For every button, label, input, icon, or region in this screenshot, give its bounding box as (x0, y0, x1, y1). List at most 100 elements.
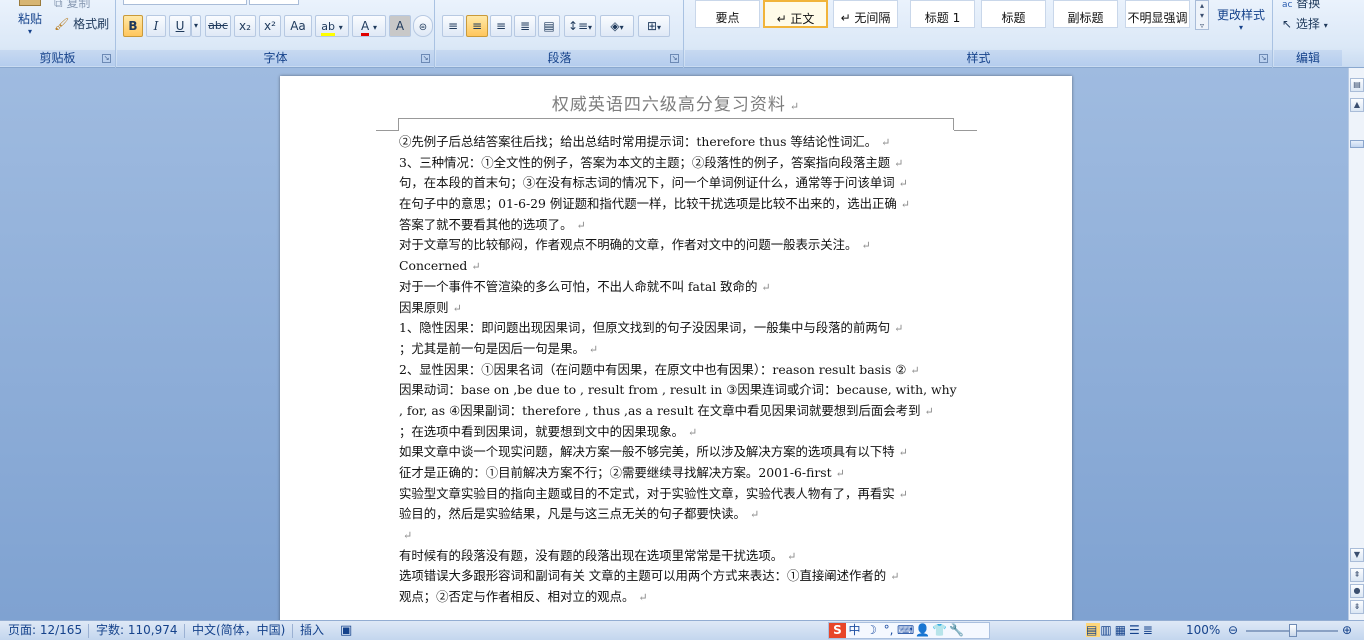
font-color-button[interactable]: A ▾ (352, 15, 386, 37)
superscript-button[interactable]: x² (259, 15, 281, 37)
ruler-toggle-icon[interactable]: ▤ (1350, 78, 1364, 92)
crop-mark-right-h (954, 130, 977, 131)
keyboard-icon[interactable]: ⌨ (897, 623, 914, 638)
underline-button[interactable]: U (169, 15, 191, 37)
italic-button[interactable]: I (146, 15, 166, 37)
outline-icon[interactable]: ☰ (1129, 623, 1143, 637)
underline-dropdown[interactable]: ▾ (191, 15, 201, 37)
font-size-box[interactable] (249, 0, 299, 5)
document-line[interactable]: ↵ (399, 525, 959, 546)
style-item-0[interactable]: 要点 (695, 0, 760, 28)
highlight-button[interactable]: ab ▾ (315, 15, 349, 37)
select-browse-object-button[interactable]: ● (1350, 584, 1364, 598)
char-shading-button[interactable]: A (389, 15, 411, 37)
insert-mode[interactable]: 插入 (300, 621, 324, 640)
paragraph-launcher-icon[interactable]: ↘ (670, 54, 679, 63)
strikethrough-button[interactable]: abc (205, 15, 231, 37)
document-line[interactable]: , for, as ④因果副词：therefore , thus ,as a r… (399, 401, 959, 422)
document-line[interactable]: 因果动词：base on ,be due to , result from , … (399, 380, 959, 401)
justify-button[interactable]: ≣ (514, 15, 536, 37)
document-line[interactable]: 2、显性因果：①因果名词（在问题中有因果，在原文中也有因果）：reason re… (399, 360, 959, 381)
styles-launcher-icon[interactable]: ↘ (1259, 54, 1268, 63)
paragraph-mark-icon: ↵ (749, 508, 760, 522)
style-item-5[interactable]: 副标题 (1053, 0, 1118, 28)
bold-button[interactable]: B (123, 15, 143, 37)
document-body[interactable]: ②先例子后总结答案往后找；给出总结时常用提示词：therefore thus 等… (399, 132, 959, 608)
vertical-scrollbar[interactable]: ▤ ▲ ▼ ⇞ ● ⇟ (1348, 68, 1364, 620)
full-screen-reading-icon[interactable]: ▥ (1100, 623, 1114, 637)
user-icon[interactable]: 👤 (914, 623, 931, 638)
skin-icon[interactable]: 👕 (931, 623, 948, 638)
change-styles-button[interactable]: 更改样式 ▾ (1211, 6, 1271, 32)
copy-button[interactable]: ⧉ 复制 (54, 0, 90, 11)
document-page[interactable]: 权威英语四六级高分复习资料 ↵ ②先例子后总结答案往后找；给出总结时常用提示词：t… (280, 76, 1072, 636)
style-item-3[interactable]: 标题 1 (910, 0, 975, 28)
clipboard-launcher-icon[interactable]: ↘ (102, 54, 111, 63)
zoom-slider-knob[interactable] (1289, 624, 1297, 637)
ime-chinese-mode[interactable]: 中 (846, 623, 863, 638)
chevron-down-icon: ▾ (1238, 23, 1243, 32)
document-line[interactable]: 选项错误大多跟形容词和副词有关 文章的主题可以用两个方式来表达：①直接阐述作者的… (399, 566, 959, 587)
sogou-icon[interactable]: S (829, 623, 846, 638)
style-item-2[interactable]: ↵ 无间隔 (833, 0, 898, 28)
select-button[interactable]: ↖ 选择 ▾ (1282, 15, 1328, 32)
font-name-box[interactable] (123, 0, 247, 5)
macro-record-icon[interactable]: ▣ (340, 621, 352, 640)
document-line[interactable]: 句，在本段的首末句；③在没有标志词的情况下，问一个单词例证什么，通常等于问该单词… (399, 173, 959, 194)
zoom-out-button[interactable]: ⊖ (1228, 621, 1238, 640)
wrench-icon[interactable]: 🔧 (948, 623, 965, 638)
font-launcher-icon[interactable]: ↘ (421, 54, 430, 63)
line-spacing-button[interactable]: ↕≡▾ (564, 15, 596, 37)
zoom-level[interactable]: 100% (1186, 621, 1220, 640)
align-center-button[interactable]: ≡ (466, 15, 488, 37)
document-area[interactable]: 权威英语四六级高分复习资料 ↵ ②先例子后总结答案往后找；给出总结时常用提示词：t… (0, 68, 1348, 636)
document-line[interactable]: 答案了就不要看其他的选项了。 ↵ (399, 215, 959, 236)
previous-page-button[interactable]: ⇞ (1350, 568, 1364, 582)
document-line[interactable]: 观点；②否定与作者相反、相对立的观点。 ↵ (399, 587, 959, 608)
document-line[interactable]: 征才是正确的：①目前解决方案不行；②需要继续寻找解决方案。2001-6-firs… (399, 463, 959, 484)
print-layout-icon[interactable]: ▤ (1086, 623, 1101, 637)
styles-scroll[interactable]: ▴ ▾ ▿ (1195, 0, 1209, 30)
align-left-button[interactable]: ≡ (442, 15, 464, 37)
document-line[interactable]: 有时候有的段落没有题，没有题的段落出现在选项里常常是干扰选项。 ↵ (399, 546, 959, 567)
page-indicator[interactable]: 页面: 12/165 (8, 621, 82, 640)
distributed-button[interactable]: ▤ (538, 15, 560, 37)
document-line[interactable]: 因果原则 ↵ (399, 298, 959, 319)
web-layout-icon[interactable]: ▦ (1115, 623, 1129, 637)
document-line[interactable]: 1、隐性因果：即问题出现因果词，但原文找到的句子没因果词，一般集中与段落的前两句… (399, 318, 959, 339)
paste-button[interactable]: 粘贴 ▾ (10, 0, 50, 46)
replace-button[interactable]: ac 替换 (1282, 0, 1320, 11)
border-button[interactable]: ⊞▾ (638, 15, 670, 37)
document-line[interactable]: ；尤其是前一句是因后一句是果。 ↵ (399, 339, 959, 360)
format-painter-button[interactable]: 🖌 格式刷 (54, 15, 109, 32)
scroll-thumb[interactable] (1350, 140, 1364, 148)
document-line[interactable]: 对于文章写的比较郁闷，作者观点不明确的文章，作者对文中的问题一般表示关注。 ↵ (399, 235, 959, 256)
language-indicator[interactable]: 中文(简体，中国) (192, 621, 285, 640)
document-line[interactable]: 实验型文章实验目的指向主题或目的不定式，对于实验性文章，实验代表人物有了，再看实… (399, 484, 959, 505)
document-line[interactable]: ②先例子后总结答案往后找；给出总结时常用提示词：therefore thus 等… (399, 132, 959, 153)
draft-icon[interactable]: ≣ (1143, 623, 1156, 637)
document-line[interactable]: ；在选项中看到因果词，就要想到文中的因果现象。 ↵ (399, 422, 959, 443)
document-line[interactable]: 3、三种情况：①全文性的例子，答案为本文的主题；②段落性的例子，答案指向段落主题… (399, 153, 959, 174)
change-case-button[interactable]: Aa (284, 15, 312, 37)
subscript-button[interactable]: x₂ (234, 15, 256, 37)
style-item-4[interactable]: 标题 (981, 0, 1046, 28)
align-right-button[interactable]: ≡ (490, 15, 512, 37)
document-line[interactable]: 对于一个事件不管渲染的多么可怕，不出人命就不叫 fatal 致命的 ↵ (399, 277, 959, 298)
document-line[interactable]: Concerned ↵ (399, 256, 959, 277)
scroll-up-button[interactable]: ▲ (1350, 98, 1364, 112)
document-line[interactable]: 如果文章中谈一个现实问题，解决方案一般不够完美，所以涉及解决方案的选项具有以下特… (399, 442, 959, 463)
ime-toolbar[interactable]: S 中 ☽ °, ⌨👤 👕 🔧 (828, 622, 990, 639)
next-page-button[interactable]: ⇟ (1350, 600, 1364, 614)
document-line[interactable]: 验目的，然后是实验结果，凡是与这三点无关的句子都要快读。 ↵ (399, 504, 959, 525)
zoom-in-button[interactable]: ⊕ (1342, 621, 1352, 640)
scroll-down-button[interactable]: ▼ (1350, 548, 1364, 562)
shading-button[interactable]: ◈▾ (600, 15, 634, 37)
moon-icon[interactable]: ☽ (863, 623, 880, 638)
word-count[interactable]: 字数: 110,974 (96, 621, 177, 640)
enclose-char-button[interactable]: ⊜ (413, 15, 433, 37)
style-item-6[interactable]: 不明显强调 (1125, 0, 1190, 28)
document-line[interactable]: 在句子中的意思；01-6-29 例证题和指代题一样，比较干扰选项是比较不出来的，… (399, 194, 959, 215)
punctuation-icon[interactable]: °, (880, 623, 897, 638)
style-item-1[interactable]: ↵ 正文 (763, 0, 828, 28)
